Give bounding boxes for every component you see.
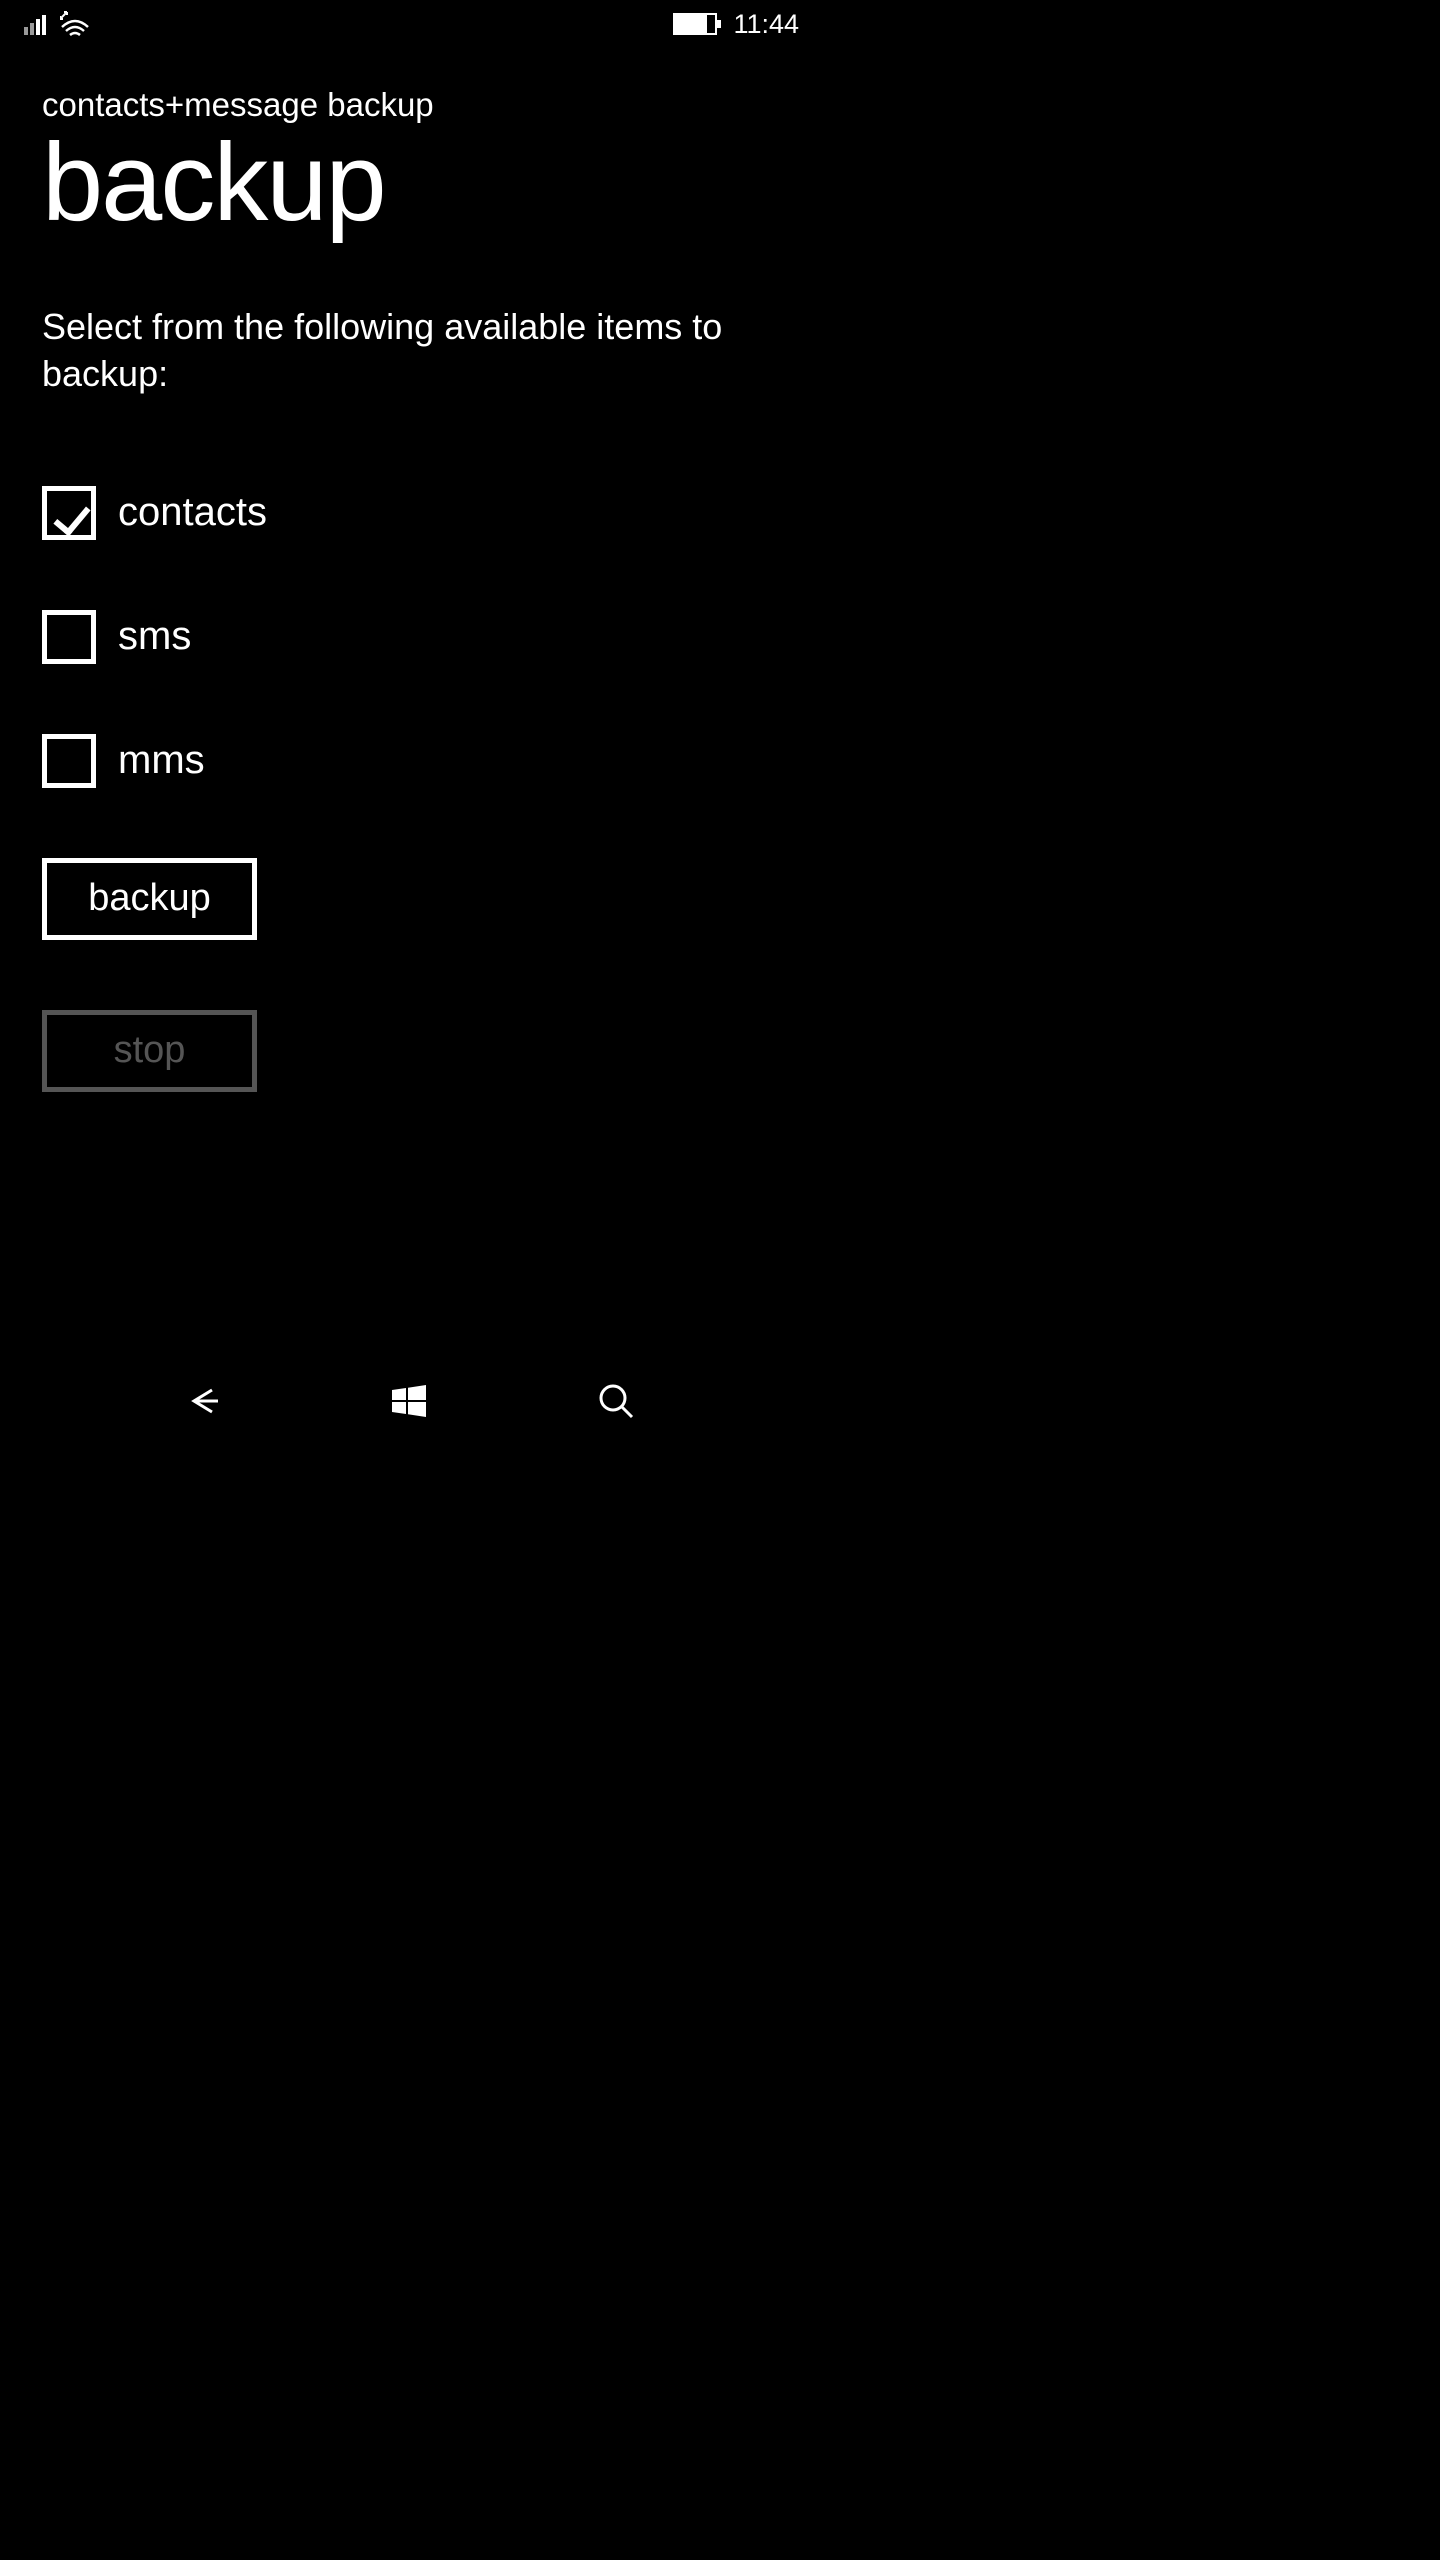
signal-icon [24, 13, 46, 35]
backup-button[interactable]: backup [42, 858, 257, 940]
checkbox-mms[interactable] [42, 734, 96, 788]
wifi-icon [60, 11, 90, 37]
status-right: 11:44 [673, 9, 799, 40]
description: Select from the following available item… [42, 304, 777, 398]
button-group: backup stop [42, 858, 777, 1092]
checkbox-label: mms [118, 738, 205, 783]
checkbox-item-sms[interactable]: sms [42, 610, 777, 664]
app-title: contacts+message backup [42, 86, 777, 124]
page-title: backup [42, 128, 777, 238]
battery-icon [673, 13, 717, 35]
back-button[interactable] [182, 1380, 224, 1422]
checkbox-label: contacts [118, 490, 267, 535]
clock: 11:44 [733, 9, 799, 40]
checkbox-group: contacts sms mms [42, 486, 777, 788]
status-bar: 11:44 [0, 0, 819, 48]
checkbox-sms[interactable] [42, 610, 96, 664]
content: contacts+message backup backup Select fr… [0, 48, 819, 1092]
checkbox-contacts[interactable] [42, 486, 96, 540]
checkbox-item-mms[interactable]: mms [42, 734, 777, 788]
search-button[interactable] [595, 1380, 637, 1422]
stop-button: stop [42, 1010, 257, 1092]
windows-button[interactable] [388, 1380, 430, 1422]
checkbox-item-contacts[interactable]: contacts [42, 486, 777, 540]
status-left [24, 11, 90, 37]
nav-bar [0, 1362, 819, 1440]
checkbox-label: sms [118, 614, 191, 659]
